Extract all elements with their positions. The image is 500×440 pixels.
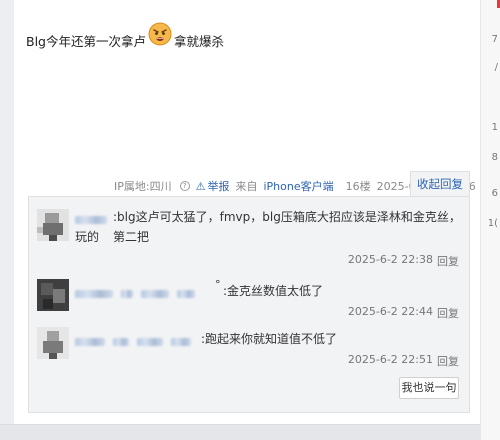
username-blur xyxy=(113,338,129,346)
reply-item: :blg这卢可太猛了，fmvp，blg压箱底大招应该是泽林和金克丝，第二把 玩的… xyxy=(29,209,469,271)
reply-button[interactable]: 回复 xyxy=(437,353,459,369)
sidebar-text: / xyxy=(494,62,498,73)
sidebar-text: 8 xyxy=(491,152,498,163)
page: 7 / 1 8 6 1( Blg今年还第一次拿卢 拿就爆杀 IP属地:四川 ? … xyxy=(0,0,500,440)
ip-location: IP属地:四川 xyxy=(114,180,172,193)
report-link[interactable]: 举报 xyxy=(207,178,229,194)
username-blur xyxy=(137,338,163,346)
avatar[interactable] xyxy=(37,209,69,241)
username-suffix: ° xyxy=(215,278,221,291)
floor-number: 16楼 xyxy=(345,180,371,193)
sidebar-text: 1 xyxy=(491,122,498,133)
username-blur xyxy=(171,338,191,346)
source-prefix: 来自 xyxy=(235,180,258,193)
username[interactable] xyxy=(75,213,115,227)
post-content: Blg今年还第一次拿卢 拿就爆杀 xyxy=(26,22,224,52)
reply-text: :金克丝数值太低了 xyxy=(223,284,324,298)
reply-button[interactable]: 回复 xyxy=(437,253,459,269)
username[interactable] xyxy=(75,287,197,301)
post-text-after: 拿就爆杀 xyxy=(173,33,224,49)
username-blur xyxy=(75,216,107,224)
sidebar-text: 1( xyxy=(487,218,498,229)
angry-face-emoji-icon xyxy=(148,22,172,46)
reply-box: :blg这卢可太猛了，fmvp，blg压箱底大招应该是泽林和金克丝，第二把 玩的… xyxy=(28,196,470,413)
reply-time: 2025-6-2 22:38 xyxy=(347,253,433,266)
username-blur xyxy=(75,290,113,298)
reply-text: :跑起来你就知道值不低了 xyxy=(201,332,338,346)
username-blur xyxy=(141,290,169,298)
avatar[interactable] xyxy=(37,327,69,359)
reply-text: :blg这卢可太猛了，fmvp，blg压箱底大招应该是泽林和金克丝，第二把 xyxy=(113,210,461,244)
warning-icon[interactable]: ⚠ xyxy=(196,180,206,193)
sidebar-text: 7 xyxy=(491,34,498,45)
reply-item: ° :金克丝数值太低了 2025-6-2 22:44 回复 xyxy=(29,278,469,321)
post-text-before: Blg今年还第一次拿卢 xyxy=(26,33,146,49)
source: 来自 iPhone客户端 xyxy=(235,178,339,194)
reply-time: 2025-6-2 22:44 xyxy=(347,305,433,318)
say-something-button[interactable]: 我也说一句 xyxy=(399,377,459,399)
collapse-replies-button[interactable]: 收起回复 xyxy=(410,171,470,197)
username[interactable] xyxy=(75,335,193,349)
reply-button[interactable]: 回复 xyxy=(437,305,459,321)
iphone-client-link[interactable]: iPhone客户端 xyxy=(263,180,333,193)
help-icon[interactable]: ? xyxy=(179,181,190,191)
sidebar-text: 6 xyxy=(491,188,498,199)
reply-item: :跑起来你就知道值不低了 2025-6-2 22:51 回复 xyxy=(29,327,469,369)
right-sidebar: 7 / 1 8 6 1( xyxy=(480,0,500,440)
reply-time: 2025-6-2 22:51 xyxy=(347,353,433,366)
username-blur xyxy=(75,338,105,346)
bottom-bar xyxy=(0,424,480,440)
reply-text-line2: 玩的 xyxy=(75,230,100,244)
avatar[interactable] xyxy=(37,279,69,311)
username-blur xyxy=(121,290,133,298)
username-blur xyxy=(177,290,195,298)
